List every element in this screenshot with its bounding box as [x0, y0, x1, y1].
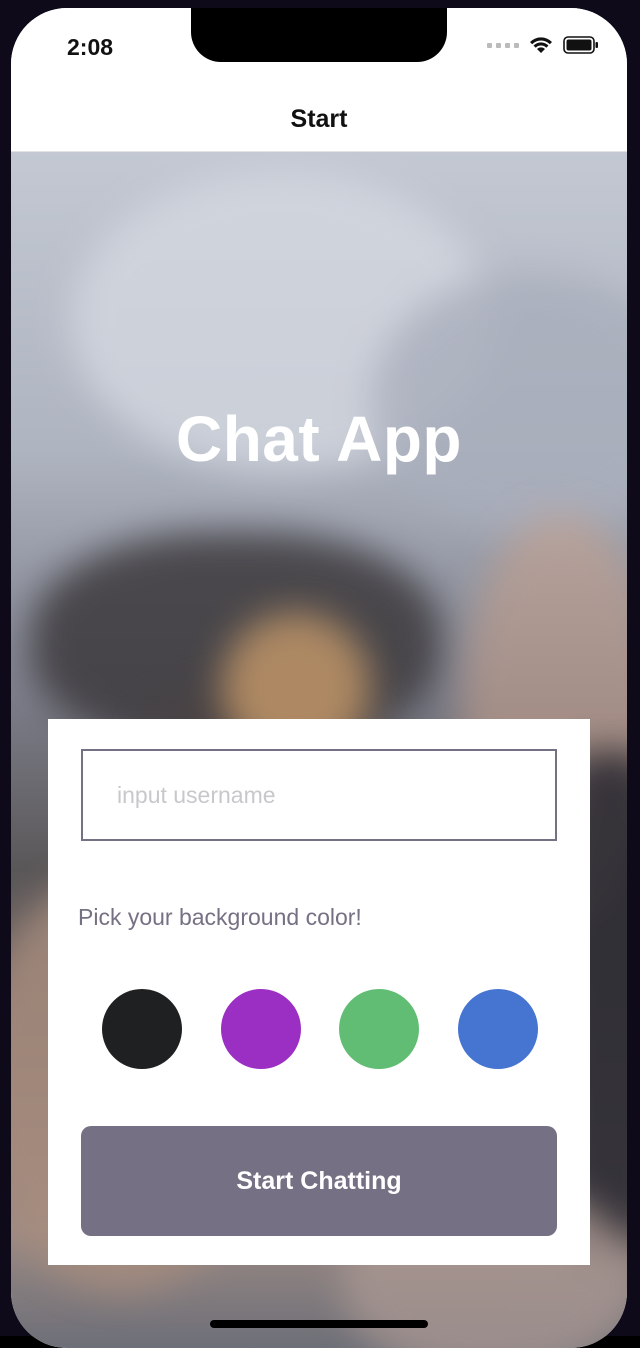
- wifi-icon: [530, 37, 552, 53]
- navigation-bar: Start: [11, 88, 627, 152]
- page-title: Start: [290, 105, 348, 133]
- status-bar: 2:08: [11, 8, 627, 88]
- status-icons: [487, 36, 599, 54]
- status-time: 2:08: [67, 34, 114, 60]
- battery-icon: [563, 36, 598, 54]
- username-input[interactable]: [81, 749, 557, 841]
- home-indicator: [210, 1320, 428, 1328]
- cellular-signal-icon: [487, 42, 519, 48]
- app-title: Chat App: [175, 403, 463, 475]
- start-form-card: Pick your background color! Start Chatti…: [48, 719, 590, 1265]
- device-frame: 2:08 Start Chat App input username Pick …: [0, 0, 640, 1348]
- background-image: Chat App Pick your background color! Sta…: [11, 152, 627, 1348]
- notch: [191, 8, 447, 62]
- color-picker-label: Pick your background color!: [78, 904, 362, 930]
- color-swatch-green[interactable]: [339, 989, 420, 1069]
- color-swatch-blue[interactable]: [457, 989, 538, 1069]
- color-swatch-black[interactable]: [102, 989, 182, 1069]
- phone-screen: 2:08 Start Chat App input username Pick …: [11, 8, 627, 1348]
- start-chatting-button[interactable]: Start Chatting: [81, 1126, 557, 1236]
- color-swatch-group: [102, 989, 538, 1069]
- color-swatch-purple[interactable]: [220, 989, 301, 1069]
